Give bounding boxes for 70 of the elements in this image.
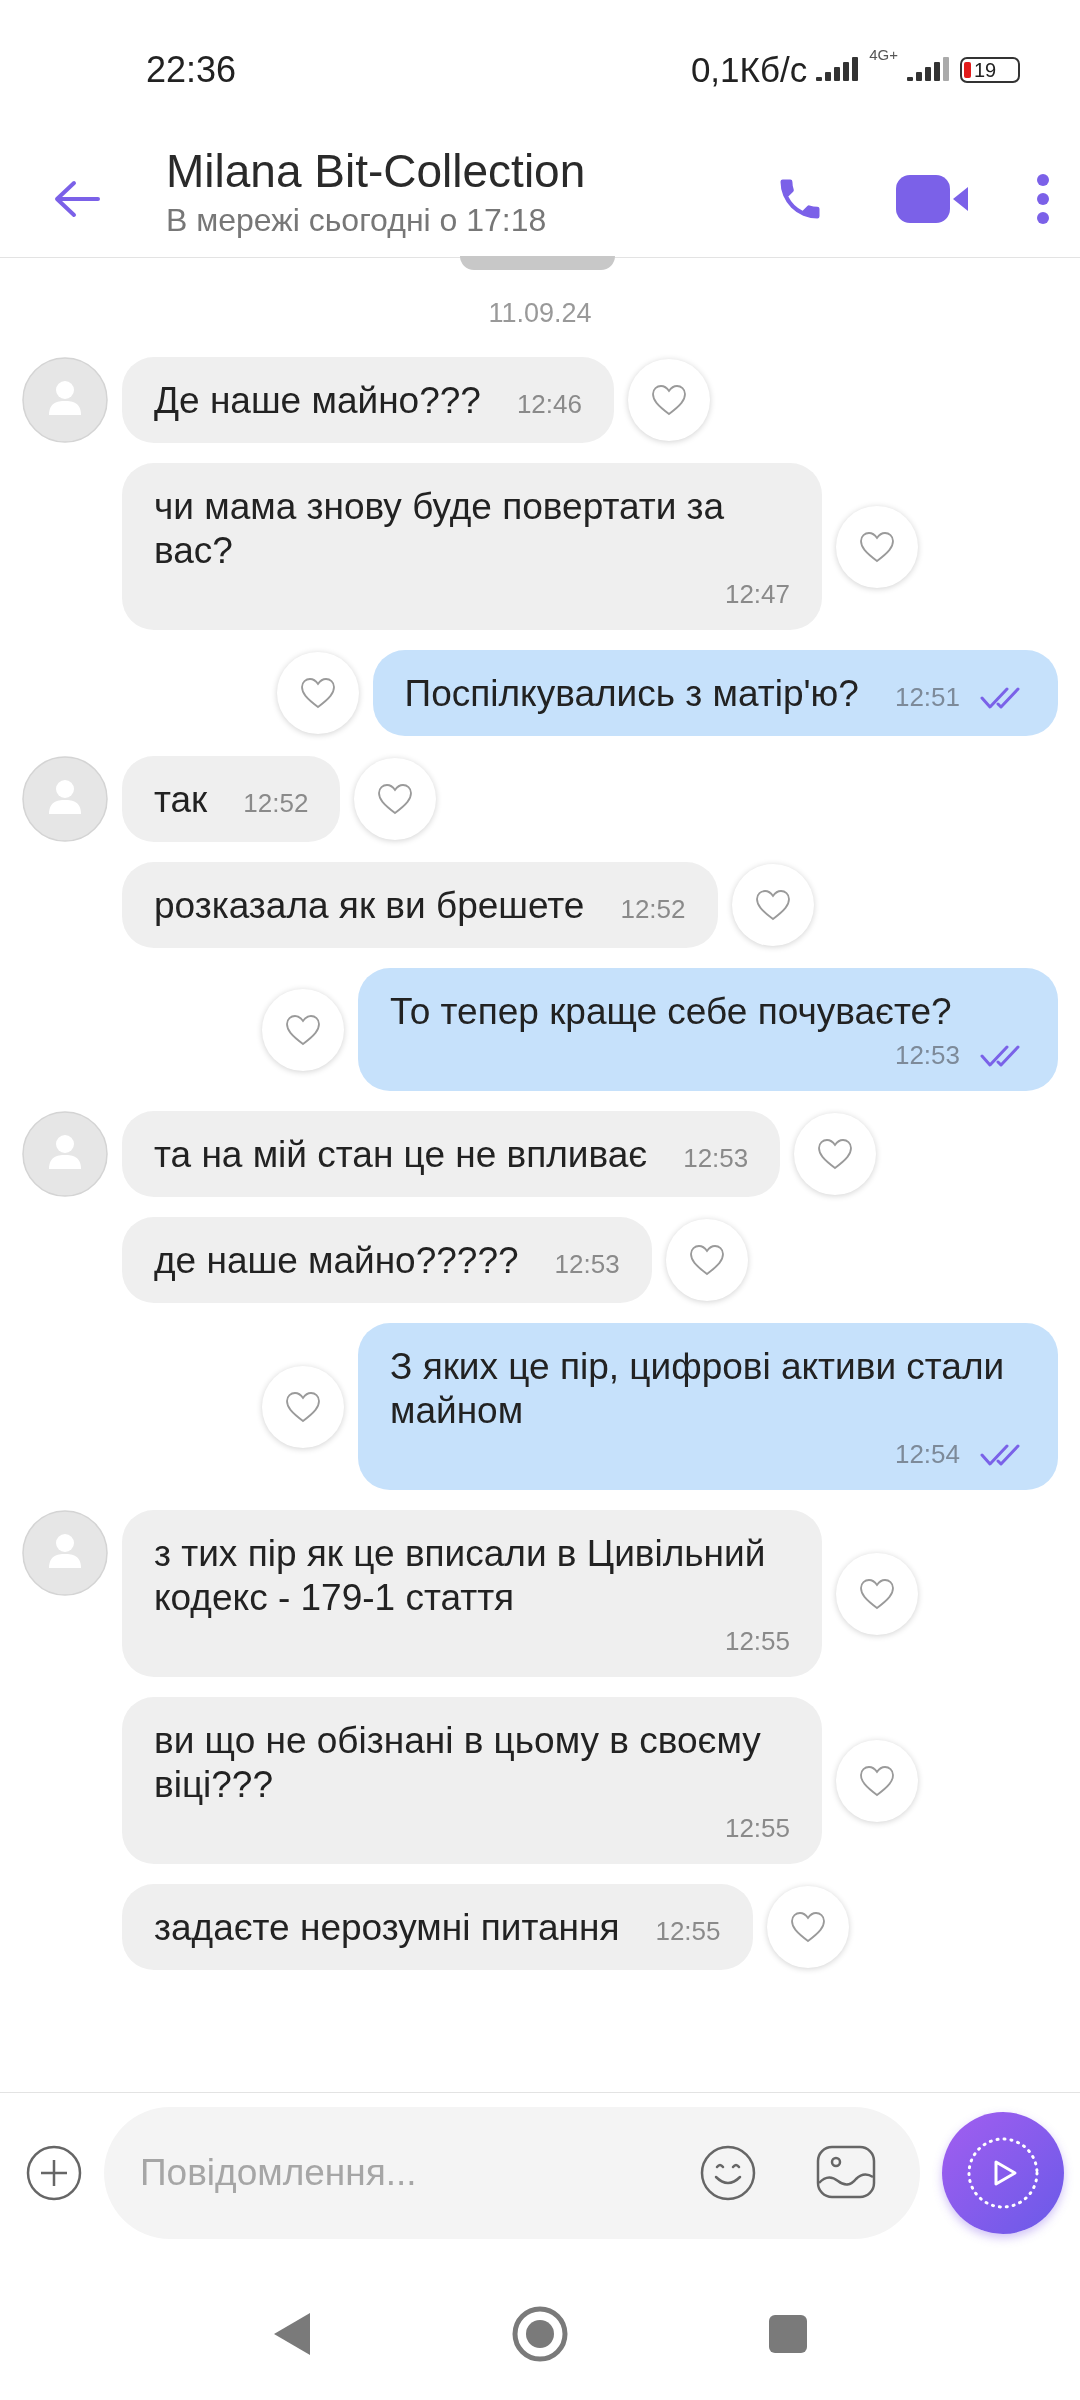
message-bubble[interactable]: та на мій стан це не впливає 12:53	[122, 1111, 781, 1197]
avatar-icon[interactable]	[22, 1111, 108, 1197]
message-bubble[interactable]: так 12:52	[122, 756, 341, 842]
message-bubble[interactable]: Поспілкувались з матір'ю? 12:51	[372, 650, 1058, 736]
like-button[interactable]	[836, 505, 918, 588]
recents-nav-icon[interactable]	[768, 2314, 808, 2354]
like-button[interactable]	[262, 988, 344, 1071]
message-text: та на мій стан це не впливає	[154, 1133, 648, 1177]
like-button[interactable]	[276, 652, 359, 734]
message-time: 12:51	[894, 682, 960, 713]
gallery-icon[interactable]	[816, 2144, 876, 2199]
like-button[interactable]	[262, 1365, 344, 1448]
message-bubble[interactable]: То тепер краще себе почуваєте? 12:53	[358, 968, 1058, 1091]
like-button[interactable]	[836, 1739, 918, 1822]
message-time: 12:53	[894, 1040, 960, 1071]
message-text: То тепер краще себе почуваєте?	[390, 990, 952, 1034]
message-time: 12:55	[655, 1916, 721, 1947]
network-type: 4G+	[869, 46, 898, 63]
message-text: Де наше майно???	[154, 379, 481, 423]
home-nav-icon[interactable]	[512, 2306, 568, 2362]
battery-indicator: 19	[960, 57, 1020, 83]
record-button[interactable]	[942, 2111, 1064, 2234]
message-bubble[interactable]: чи мама знову буде повертати за вас? 12:47	[122, 463, 822, 630]
last-seen-status: В мережі сьогодні о 17:18	[166, 202, 548, 239]
like-button[interactable]	[731, 864, 814, 946]
message-text: З яких це пір, цифрові активи стали майном	[390, 1345, 1006, 1433]
message-bubble[interactable]: З яких це пір, цифрові активи стали майном 12:54	[358, 1323, 1058, 1490]
message-text: з тих пір як це вписали в Цивільний кодекс - 179-1 стаття	[154, 1532, 767, 1620]
like-button[interactable]	[354, 758, 437, 840]
message-time: 12:53	[554, 1249, 620, 1280]
like-button[interactable]	[794, 1113, 877, 1195]
back-arrow-icon[interactable]	[52, 178, 102, 219]
message-time: 12:52	[620, 894, 686, 925]
status-time: 22:36	[146, 49, 237, 91]
message-bubble[interactable]: з тих пір як це вписали в Цивільний кодекс - 179-1 стаття 12:55	[122, 1510, 822, 1677]
message-time: 12:53	[683, 1143, 749, 1174]
message-time: 12:55	[724, 1813, 790, 1844]
message-bubble[interactable]: Де наше майно??? 12:46	[122, 357, 614, 443]
emoji-icon[interactable]	[700, 2144, 756, 2201]
like-button[interactable]	[628, 359, 710, 441]
network-speed: 0,1Кб/с	[690, 50, 808, 90]
message-text: Поспілкувались з матір'ю?	[404, 672, 859, 716]
message-text: так	[154, 778, 208, 822]
message-time: 12:54	[894, 1439, 960, 1470]
message-bubble[interactable]: ви що не обізнані в цьому в своєму віці??? 12:55	[122, 1697, 822, 1864]
date-separator: 11.09.24	[487, 298, 593, 329]
message-time: 12:52	[243, 788, 309, 819]
message-text: задаєте нерозумні питання	[154, 1906, 620, 1950]
message-time: 12:47	[724, 579, 790, 610]
message-time: 12:46	[516, 389, 582, 420]
contact-name: Milana Bit-Collection	[166, 144, 586, 198]
add-icon[interactable]	[26, 2144, 82, 2201]
avatar-icon[interactable]	[22, 756, 108, 842]
message-bubble[interactable]: де наше майно????? 12:53	[122, 1217, 652, 1303]
avatar-icon[interactable]	[22, 1510, 108, 1596]
message-bubble[interactable]: задаєте нерозумні питання 12:55	[122, 1884, 753, 1970]
message-text: де наше майно?????	[154, 1239, 519, 1283]
like-button[interactable]	[766, 1886, 849, 1968]
like-button[interactable]	[836, 1552, 918, 1635]
more-options-icon[interactable]	[1036, 172, 1050, 225]
video-camera-icon[interactable]	[896, 173, 970, 224]
like-button[interactable]	[665, 1219, 748, 1301]
message-text: ви що не обізнані в цьому в своєму віці???	[154, 1719, 762, 1807]
message-bubble[interactable]: розказала як ви брешете 12:52	[122, 862, 718, 948]
message-time: 12:55	[724, 1626, 790, 1657]
message-text: чи мама знову буде повертати за вас?	[154, 485, 726, 573]
back-nav-icon[interactable]	[272, 2311, 312, 2357]
avatar-icon[interactable]	[22, 357, 108, 443]
message-text: розказала як ви брешете	[154, 884, 585, 928]
message-input-field[interactable]: Повідомлення...	[104, 2106, 920, 2239]
